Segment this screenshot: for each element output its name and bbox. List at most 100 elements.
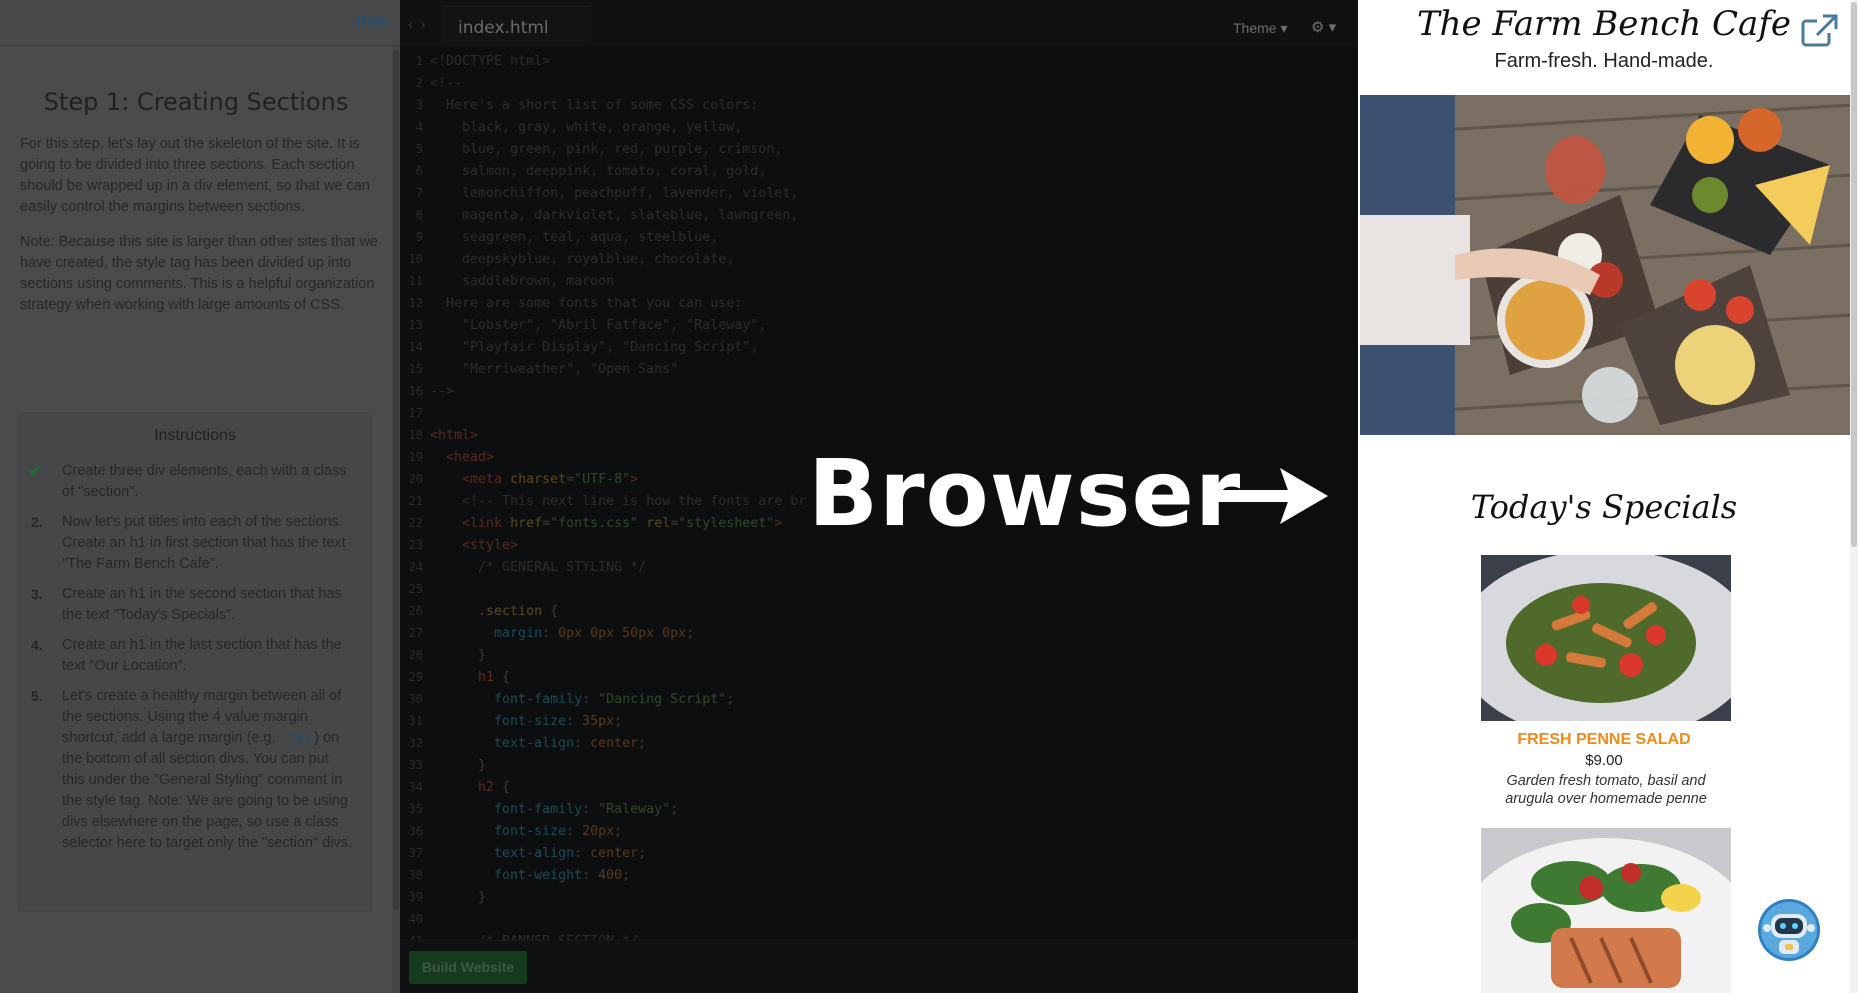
line-number: 32 [408, 736, 423, 750]
code-line[interactable]: 3 Here's a short list of some CSS colors… [400, 94, 1358, 116]
code-token: ; [614, 824, 623, 839]
instruction-text: Create three div elements, each with a c… [62, 463, 347, 500]
line-number: 10 [408, 252, 423, 266]
code-line[interactable]: 31 font-size: 35px; [400, 710, 1358, 732]
code-line[interactable]: 28 } [400, 644, 1358, 666]
code-token: text-align [430, 736, 575, 751]
code-line[interactable]: 33 } [400, 754, 1358, 776]
code-token: = [542, 516, 551, 531]
specials-heading: Today's Specials [1470, 488, 1738, 526]
code-line[interactable]: 35 font-family: "Raleway"; [400, 798, 1358, 820]
code-token: : [566, 714, 583, 729]
code-line[interactable]: 36 font-size: 20px; [400, 820, 1358, 842]
code-line[interactable]: 37 text-align: center; [400, 842, 1358, 864]
code-line[interactable]: 15 "Merriweather", "Open Sans" [400, 358, 1358, 380]
hide-button[interactable]: Hide [355, 13, 388, 30]
tab-index-html[interactable]: index.html [442, 6, 588, 46]
line-number: 23 [408, 538, 423, 552]
code-line[interactable]: 2 <!-- [400, 72, 1358, 94]
code-line[interactable]: 13 "Lobster", "Abril Fatface", "Raleway"… [400, 314, 1358, 336]
code-line[interactable]: 9 seagreen, teal, aqua, steelblue, [400, 226, 1358, 248]
code-line[interactable]: 27 margin: 0px 0px 50px 0px; [400, 622, 1358, 644]
scrollbar-thumb[interactable] [393, 50, 399, 910]
instructions-panel: Hide Step 1: Creating Sections For this … [0, 0, 400, 993]
code-line[interactable]: 40 [400, 908, 1358, 930]
chat-robot-icon[interactable] [1757, 898, 1821, 962]
code-token: magenta, darkviolet, slateblue, lawngree… [430, 208, 799, 223]
code-token: salmon, deeppink, tomato, coral, gold, [430, 164, 767, 179]
dish-description: Garden fresh tomato, basil and arugula o… [1505, 773, 1707, 807]
code-token: "Merriweather", "Open Sans" [430, 362, 679, 377]
code-line[interactable]: 14 "Playfair Display", "Dancing Script", [400, 336, 1358, 358]
code-token: { [542, 604, 559, 619]
code-token: <!-- This next line is how the fonts are… [430, 494, 807, 509]
line-number: 16 [408, 384, 423, 398]
step-number: 5. [31, 688, 43, 704]
code-line[interactable]: 16 --> [400, 380, 1358, 402]
code-line[interactable]: 17 [400, 402, 1358, 424]
instructions-topbar: Hide [0, 0, 400, 46]
code-line[interactable]: 4 black, gray, white, orange, yellow, [400, 116, 1358, 138]
code-line[interactable]: 29 h1 { [400, 666, 1358, 688]
code-token: font-family [430, 692, 583, 707]
code-line[interactable]: 24 /* GENERAL STYLING */ [400, 556, 1358, 578]
code-token: : [582, 868, 599, 883]
line-number: 7 [415, 186, 423, 200]
code-line[interactable]: 30 font-family: "Dancing Script"; [400, 688, 1358, 710]
line-number: 13 [408, 318, 423, 332]
code-token: ; [614, 714, 623, 729]
settings-gear-icon[interactable]: ⚙ ▾ [1311, 18, 1336, 36]
code-line[interactable]: 10 deepskyblue, royalblue, chocolate, [400, 248, 1358, 270]
dish-price: $9.00 [1585, 752, 1623, 769]
code-token: 400 [598, 868, 623, 883]
line-number: 3 [415, 98, 423, 112]
code-token: center [590, 736, 639, 751]
instruction-item: 3. Create an h1 in the second section th… [19, 584, 371, 626]
code-line[interactable]: 1 <!DOCTYPE html> [400, 50, 1358, 72]
line-number: 33 [408, 758, 423, 772]
instruction-text: Create an h1 in the second section that … [62, 586, 342, 623]
code-token: ; [638, 736, 647, 751]
code-token: ; [726, 692, 735, 707]
theme-dropdown[interactable]: Theme ▾ [1233, 20, 1288, 37]
code-line[interactable]: 34 h2 { [400, 776, 1358, 798]
intro-paragraph: For this step, let's lay out the skeleto… [20, 136, 370, 215]
file-nav-arrows-icon[interactable]: ‹› [408, 16, 433, 32]
code-token: <html> [430, 428, 479, 443]
code-token: 35px [582, 714, 615, 729]
code-line[interactable]: 32 text-align: center; [400, 732, 1358, 754]
open-external-icon[interactable] [1801, 13, 1839, 47]
code-line[interactable]: 26 .section { [400, 600, 1358, 622]
code-line[interactable]: 41 /* BANNER SECTION */ [400, 930, 1358, 940]
line-number: 27 [408, 626, 423, 640]
line-number: 39 [408, 890, 423, 904]
code-token: "fonts.css" [550, 516, 639, 531]
line-number: 24 [408, 560, 423, 574]
code-token: ; [686, 626, 695, 641]
code-token: lemonchiffon, peachpuff, lavender, viole… [430, 186, 799, 201]
code-token: ; [670, 802, 679, 817]
scrollbar-thumb[interactable] [1851, 2, 1857, 547]
code-line[interactable]: 39 } [400, 886, 1358, 908]
line-number: 35 [408, 802, 423, 816]
instructions-scrollbar[interactable] [392, 46, 400, 993]
code-line[interactable]: 8 magenta, darkviolet, slateblue, lawngr… [400, 204, 1358, 226]
code-line[interactable]: 38 font-weight: 400; [400, 864, 1358, 886]
code-line[interactable]: 12 Here are some fonts that you can use: [400, 292, 1358, 314]
code-line[interactable]: 11 saddlebrown, maroon [400, 270, 1358, 292]
line-number: 38 [408, 868, 423, 882]
code-token: "Lobster", "Abril Fatface", "Raleway", [430, 318, 767, 333]
instruction-text: Create an h1 in the last section that ha… [62, 637, 342, 674]
code-line[interactable]: 7 lemonchiffon, peachpuff, lavender, vio… [400, 182, 1358, 204]
code-line[interactable]: 25 [400, 578, 1358, 600]
site-title: The Farm Bench Cafe [1416, 4, 1792, 44]
editor-footer: Build Website [400, 940, 1358, 993]
line-number: 36 [408, 824, 423, 838]
code-token: { [494, 670, 511, 685]
line-number: 20 [408, 472, 423, 486]
code-line[interactable]: 5 blue, green, pink, red, purple, crimso… [400, 138, 1358, 160]
code-line[interactable]: 6 salmon, deeppink, tomato, coral, gold, [400, 160, 1358, 182]
build-website-button[interactable]: Build Website [409, 951, 527, 984]
preview-scrollbar[interactable] [1850, 0, 1858, 993]
